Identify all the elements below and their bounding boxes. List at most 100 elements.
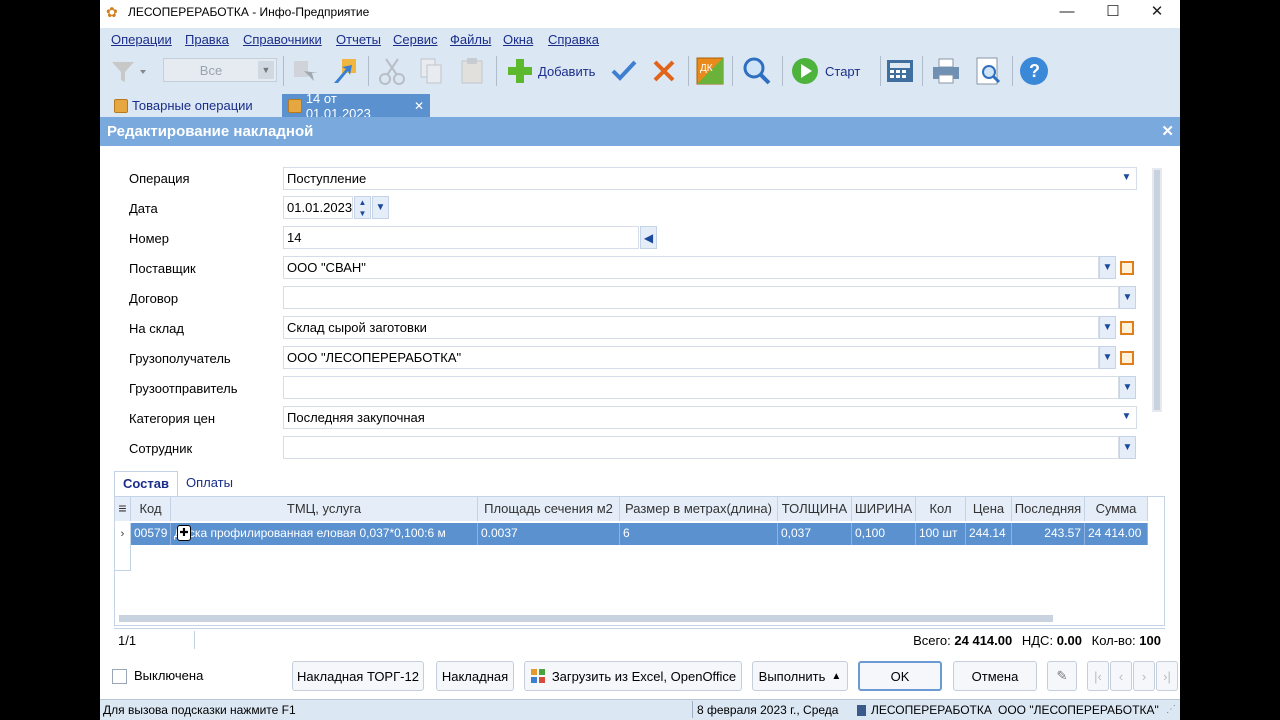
cell-thickness[interactable]: 0,037 bbox=[778, 523, 852, 545]
start-button[interactable]: Старт bbox=[789, 53, 860, 89]
chevron-down-icon[interactable]: ▼ bbox=[1119, 436, 1136, 459]
next-record-button[interactable]: › bbox=[1133, 661, 1155, 691]
question-icon: ? bbox=[1020, 57, 1048, 85]
prev-record-button[interactable]: ‹ bbox=[1110, 661, 1132, 691]
pencil-icon: ✎ bbox=[1056, 668, 1068, 683]
invoice-button[interactable]: Накладная bbox=[436, 661, 514, 691]
menu-windows[interactable]: Окна bbox=[503, 32, 533, 47]
cell-price[interactable]: 244.14 bbox=[966, 523, 1012, 545]
column-header-last[interactable]: Последняя bbox=[1012, 497, 1085, 521]
cell-sum[interactable]: 24 414.00 bbox=[1085, 523, 1148, 545]
torg12-button[interactable]: Накладная ТОРГ-12 bbox=[292, 661, 424, 691]
column-header-width[interactable]: ШИРИНА bbox=[852, 497, 916, 521]
column-header-area[interactable]: Площадь сечения м2 bbox=[478, 497, 620, 521]
copy-button[interactable] bbox=[416, 53, 448, 89]
chevron-down-icon[interactable]: ▼ bbox=[1118, 167, 1135, 190]
resize-grip-icon[interactable]: ⋰ bbox=[1166, 704, 1176, 715]
cancel-button[interactable]: Отмена bbox=[953, 661, 1037, 691]
edit-button[interactable]: ✎ bbox=[1047, 661, 1077, 691]
cut-button[interactable] bbox=[376, 53, 408, 89]
price-category-select[interactable]: Последняя закупочная bbox=[283, 406, 1137, 429]
open-reference-icon[interactable] bbox=[1120, 321, 1134, 335]
tab-goods-operations[interactable]: Товарные операции bbox=[108, 94, 259, 117]
close-tab-icon[interactable]: ✕ bbox=[414, 99, 424, 113]
dk-button[interactable]: ДК bbox=[694, 53, 726, 89]
disabled-checkbox[interactable] bbox=[112, 669, 127, 684]
consignee-field[interactable]: ООО "ЛЕСОПЕРЕРАБОТКА" bbox=[283, 346, 1099, 369]
chevron-down-icon[interactable]: ▼ bbox=[1099, 316, 1116, 339]
ok-button[interactable]: OK bbox=[858, 661, 942, 691]
operation-select[interactable]: Поступление bbox=[283, 167, 1137, 190]
menu-help[interactable]: Справка bbox=[548, 32, 599, 47]
import-button[interactable] bbox=[330, 53, 362, 89]
arrow-left-icon[interactable]: ◀ bbox=[640, 226, 657, 249]
column-header-item[interactable]: ТМЦ, услуга bbox=[171, 497, 478, 521]
employee-field[interactable] bbox=[283, 436, 1119, 459]
date-field[interactable]: 01.01.2023 bbox=[283, 196, 353, 219]
grid-menu-icon[interactable]: ≡ bbox=[115, 497, 131, 521]
help-button[interactable]: ? bbox=[1018, 53, 1050, 89]
filter-select[interactable]: Все ▼ bbox=[163, 58, 277, 82]
filter-button[interactable] bbox=[108, 53, 148, 89]
cell-code[interactable]: 00579 bbox=[131, 523, 171, 545]
menu-reports[interactable]: Отчеты bbox=[336, 32, 381, 47]
first-record-button[interactable]: |‹ bbox=[1087, 661, 1109, 691]
column-header-code[interactable]: Код bbox=[131, 497, 171, 521]
status-date: 8 февраля 2023 г., Среда bbox=[697, 703, 839, 717]
tab-payments[interactable]: Оплаты bbox=[178, 471, 241, 496]
chevron-down-icon[interactable]: ▼ bbox=[1099, 346, 1116, 369]
column-header-thickness[interactable]: ТОЛЩИНА bbox=[778, 497, 852, 521]
print-preview-button[interactable] bbox=[972, 53, 1004, 89]
column-header-price[interactable]: Цена bbox=[966, 497, 1012, 521]
date-picker-chevron-icon[interactable]: ▼ bbox=[372, 196, 389, 219]
warehouse-field[interactable]: Склад сырой заготовки bbox=[283, 316, 1099, 339]
chevron-down-icon[interactable]: ▼ bbox=[1118, 406, 1135, 429]
menu-operations[interactable]: Операции bbox=[111, 32, 172, 47]
chevron-down-icon[interactable]: ▼ bbox=[1099, 256, 1116, 279]
document-tabs: Товарные операции 14 от 01.01.2023 ✕ bbox=[100, 91, 1180, 121]
print-button[interactable] bbox=[930, 53, 962, 89]
add-button[interactable]: Добавить bbox=[504, 53, 595, 89]
supplier-field[interactable]: ООО "СВАН" bbox=[283, 256, 1099, 279]
delete-button[interactable] bbox=[648, 53, 680, 89]
menu-files[interactable]: Файлы bbox=[450, 32, 491, 47]
chevron-down-icon[interactable]: ▼ bbox=[1119, 376, 1136, 399]
menu-edit[interactable]: Правка bbox=[185, 32, 229, 47]
tab-invoice-14[interactable]: 14 от 01.01.2023 ✕ bbox=[282, 91, 430, 121]
column-header-sum[interactable]: Сумма bbox=[1085, 497, 1148, 521]
menu-references[interactable]: Справочники bbox=[243, 32, 322, 47]
tab-composition[interactable]: Состав bbox=[114, 471, 178, 496]
cell-qty[interactable]: 100 шт bbox=[916, 523, 966, 545]
last-record-button[interactable]: ›| bbox=[1156, 661, 1178, 691]
close-panel-icon[interactable]: ✕ bbox=[1161, 122, 1174, 140]
move-button[interactable] bbox=[290, 53, 322, 89]
column-header-qty[interactable]: Кол bbox=[916, 497, 966, 521]
maximize-button[interactable]: ☐ bbox=[1090, 0, 1136, 26]
date-spinner-icon[interactable]: ▲ ▼ bbox=[354, 196, 371, 219]
execute-button[interactable]: Выполнить ▲ bbox=[752, 661, 848, 691]
cell-length[interactable]: 6 bbox=[620, 523, 778, 545]
calculator-button[interactable] bbox=[884, 53, 916, 89]
contract-field[interactable] bbox=[283, 286, 1119, 309]
form-scrollbar-thumb[interactable] bbox=[1154, 170, 1160, 410]
svg-text:?: ? bbox=[1029, 61, 1040, 81]
chevron-down-icon[interactable]: ▼ bbox=[1119, 286, 1136, 309]
operation-label: Операция bbox=[129, 171, 190, 186]
open-reference-icon[interactable] bbox=[1120, 351, 1134, 365]
cell-last[interactable]: 243.57 bbox=[1012, 523, 1085, 545]
search-button[interactable] bbox=[741, 53, 773, 89]
load-excel-button[interactable]: Загрузить из Excel, OpenOffice bbox=[524, 661, 742, 691]
column-header-length[interactable]: Размер в метрах(длина) bbox=[620, 497, 778, 521]
number-field[interactable]: 14 bbox=[283, 226, 639, 249]
cell-item[interactable]: Доска профилированная еловая 0,037*0,100… bbox=[171, 523, 478, 545]
shipper-field[interactable] bbox=[283, 376, 1119, 399]
cell-width[interactable]: 0,100 bbox=[852, 523, 916, 545]
open-reference-icon[interactable] bbox=[1120, 261, 1134, 275]
grid-horizontal-scrollbar[interactable] bbox=[119, 615, 1053, 622]
confirm-button[interactable] bbox=[608, 53, 640, 89]
menu-service[interactable]: Сервис bbox=[393, 32, 438, 47]
paste-button[interactable] bbox=[456, 53, 488, 89]
cell-area[interactable]: 0.0037 bbox=[478, 523, 620, 545]
close-window-button[interactable]: ✕ bbox=[1134, 0, 1180, 26]
minimize-button[interactable]: — bbox=[1044, 0, 1090, 26]
